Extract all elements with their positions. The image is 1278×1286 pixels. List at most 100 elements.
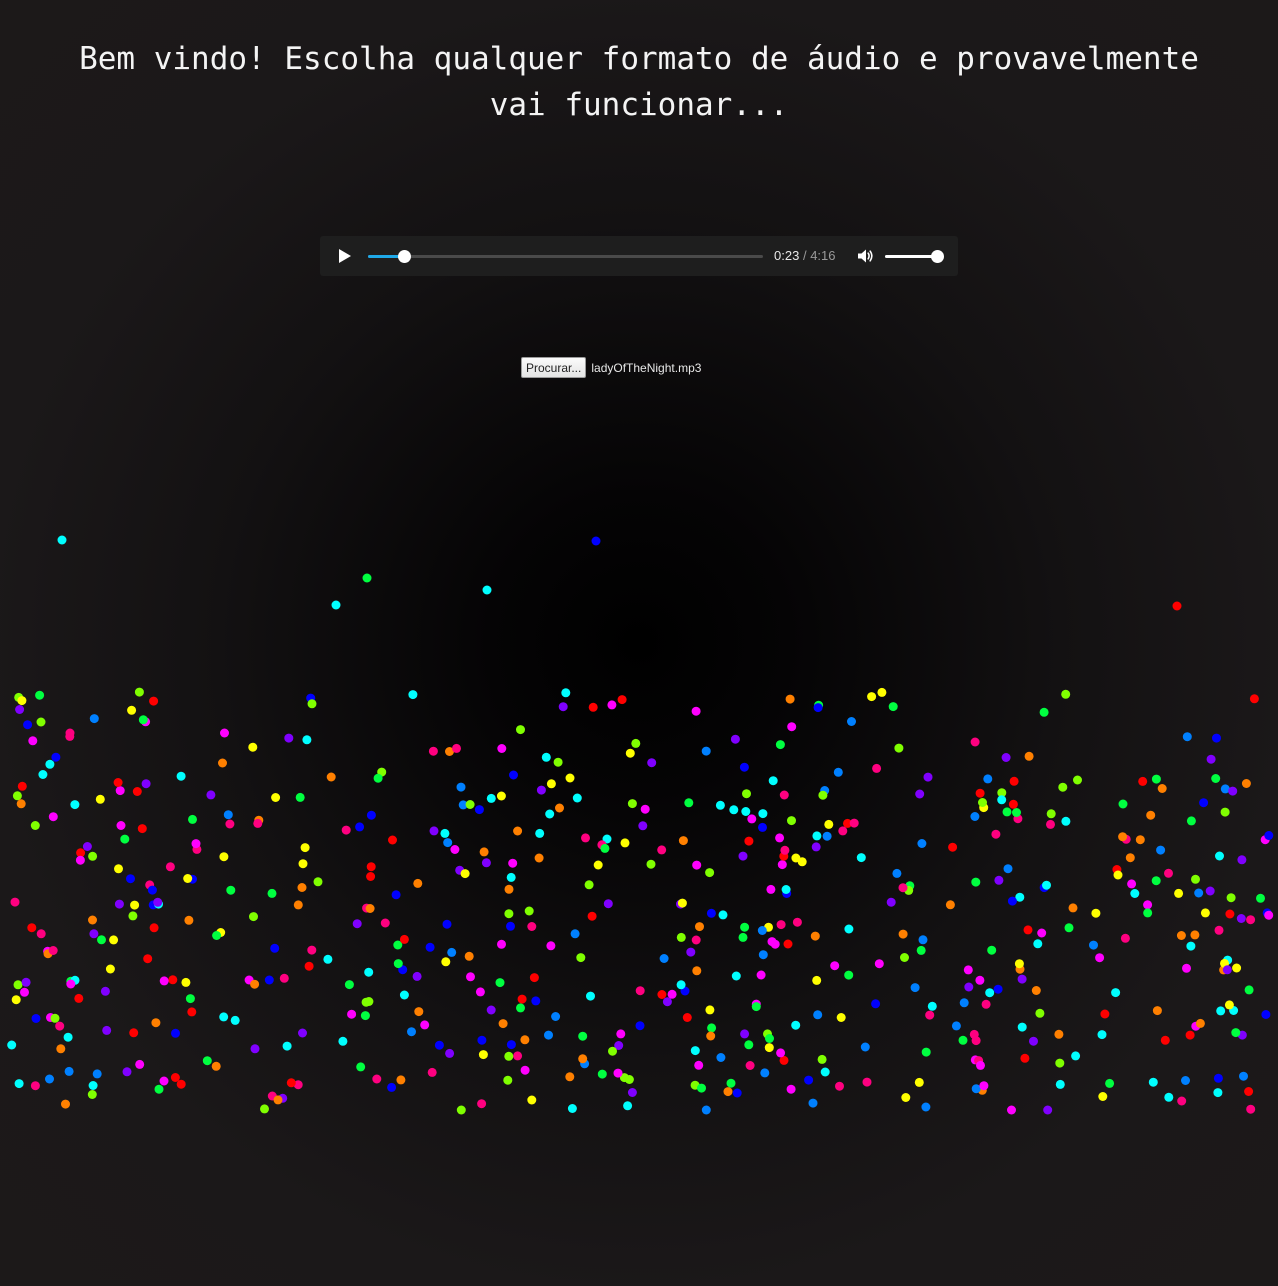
particle bbox=[948, 842, 958, 852]
particle bbox=[202, 1056, 212, 1066]
particle bbox=[302, 735, 312, 745]
particle bbox=[662, 997, 672, 1007]
particle bbox=[306, 693, 316, 703]
particle bbox=[13, 980, 23, 990]
particle bbox=[691, 706, 701, 716]
particle bbox=[898, 929, 908, 939]
particle bbox=[65, 731, 75, 741]
particle bbox=[844, 924, 854, 934]
particle bbox=[286, 1078, 296, 1088]
particle bbox=[1229, 1006, 1239, 1015]
particle bbox=[298, 859, 308, 869]
particle bbox=[15, 705, 25, 714]
particle bbox=[822, 831, 832, 841]
particle bbox=[921, 1047, 931, 1057]
particle bbox=[867, 692, 877, 702]
particle bbox=[817, 1054, 827, 1064]
particle bbox=[820, 786, 830, 795]
particle bbox=[923, 772, 933, 782]
particle bbox=[731, 971, 741, 981]
particle bbox=[331, 600, 341, 610]
particle bbox=[970, 737, 980, 747]
particle bbox=[344, 980, 354, 990]
particle bbox=[188, 874, 197, 884]
play-icon[interactable] bbox=[334, 246, 354, 266]
particle bbox=[676, 932, 686, 942]
particle bbox=[1228, 786, 1238, 796]
particle bbox=[89, 929, 99, 939]
particle bbox=[1220, 958, 1229, 968]
particle bbox=[508, 858, 518, 868]
particle bbox=[373, 773, 383, 783]
particle bbox=[1194, 888, 1204, 898]
particle bbox=[66, 976, 76, 986]
particle bbox=[425, 942, 435, 952]
particle bbox=[1055, 1079, 1065, 1089]
particle bbox=[230, 1015, 240, 1025]
particle bbox=[745, 1061, 755, 1070]
particle bbox=[506, 872, 516, 882]
particle bbox=[971, 1084, 981, 1094]
particle bbox=[43, 946, 53, 956]
particle bbox=[20, 987, 29, 997]
particle bbox=[872, 763, 882, 773]
seek-bar[interactable] bbox=[368, 250, 763, 263]
volume-thumb[interactable] bbox=[931, 250, 944, 263]
particle bbox=[516, 1003, 525, 1013]
particle bbox=[1249, 694, 1259, 704]
particle bbox=[366, 872, 376, 881]
particle bbox=[138, 715, 148, 725]
seek-thumb[interactable] bbox=[397, 250, 411, 263]
particle bbox=[387, 1082, 397, 1092]
particle bbox=[323, 954, 333, 964]
particle bbox=[412, 971, 422, 981]
particle bbox=[48, 812, 58, 822]
file-picker[interactable]: Procurar... ladyOfTheNight.mp3 bbox=[521, 357, 701, 378]
particle bbox=[964, 982, 974, 992]
particle bbox=[307, 699, 317, 709]
particle bbox=[779, 851, 789, 861]
selected-file-name: ladyOfTheNight.mp3 bbox=[591, 360, 702, 375]
particle bbox=[1205, 886, 1215, 896]
particle bbox=[65, 728, 75, 738]
particle bbox=[497, 939, 506, 949]
particle bbox=[1157, 784, 1167, 793]
particle bbox=[779, 790, 789, 800]
particle bbox=[11, 995, 21, 1005]
particle bbox=[17, 696, 27, 706]
particle bbox=[130, 900, 140, 910]
particle bbox=[680, 986, 690, 996]
particle bbox=[365, 904, 375, 913]
particle bbox=[597, 840, 607, 850]
particle bbox=[109, 935, 119, 945]
particle bbox=[1046, 809, 1056, 819]
particle bbox=[676, 899, 685, 909]
volume-slider[interactable] bbox=[885, 250, 944, 263]
particle bbox=[1112, 865, 1122, 874]
particle bbox=[779, 1055, 789, 1065]
particle bbox=[129, 1028, 139, 1038]
particle bbox=[326, 772, 336, 782]
particle bbox=[300, 843, 310, 853]
current-time: 0:23 bbox=[774, 248, 800, 263]
particle bbox=[159, 976, 169, 986]
particle bbox=[900, 953, 909, 962]
volume-fill bbox=[885, 255, 937, 258]
browse-button[interactable]: Procurar... bbox=[521, 357, 587, 378]
particle bbox=[1068, 903, 1078, 913]
particle bbox=[297, 883, 307, 892]
particle bbox=[997, 795, 1007, 805]
particle bbox=[114, 899, 124, 909]
particle bbox=[176, 1079, 186, 1089]
particle bbox=[1244, 1087, 1254, 1096]
particle bbox=[1071, 1051, 1081, 1061]
particle bbox=[170, 1073, 180, 1082]
particle bbox=[304, 961, 314, 971]
particle bbox=[977, 1085, 987, 1095]
particle bbox=[692, 860, 702, 870]
speaker-icon[interactable] bbox=[856, 247, 874, 265]
audio-player[interactable]: 0:23 / 4:16 bbox=[320, 236, 958, 276]
particle bbox=[295, 792, 305, 802]
particle bbox=[744, 1040, 754, 1050]
particle bbox=[701, 746, 711, 756]
